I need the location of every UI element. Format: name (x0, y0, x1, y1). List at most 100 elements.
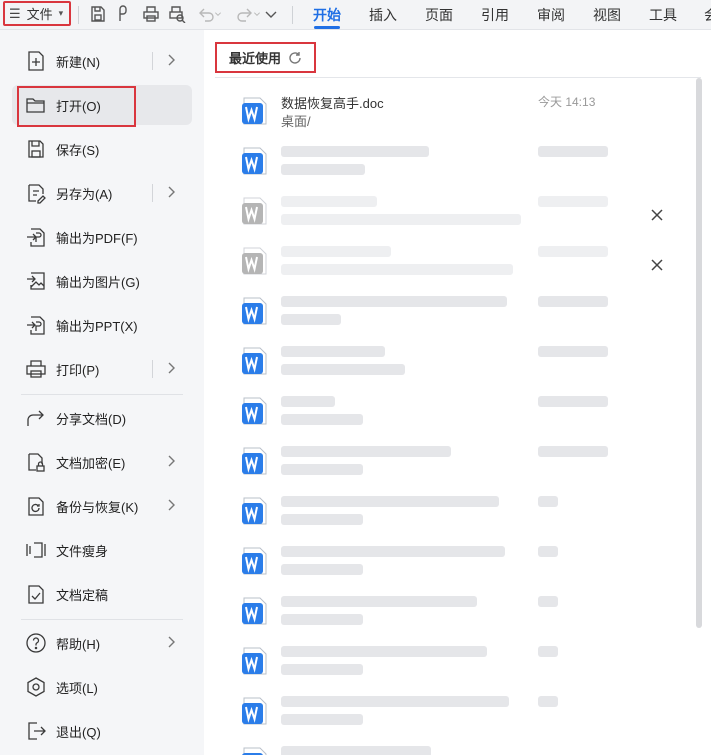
blurred-file-time (538, 346, 608, 357)
menu-item-label: 输出为PDF(F) (56, 230, 138, 246)
menu-item-label: 文档定稿 (56, 587, 109, 603)
tab-view[interactable]: 视图 (593, 4, 621, 26)
menu-item-label: 帮助(H) (56, 636, 101, 652)
blurred-file-time (538, 396, 608, 407)
recent-file-row[interactable] (240, 693, 680, 743)
file-time: 今天 14:13 (538, 95, 596, 109)
file-path: 桌面/ (281, 114, 311, 129)
toolbar-divider (78, 6, 79, 24)
recent-file-row[interactable] (240, 293, 680, 343)
blurred-file-time (538, 696, 558, 707)
menu-item-slim-file[interactable]: 文件瘦身 (12, 530, 192, 570)
tab-review[interactable]: 审阅 (537, 4, 565, 26)
blurred-file-name (281, 396, 335, 407)
undo-dropdown-icon[interactable] (212, 4, 224, 24)
close-icon[interactable] (650, 258, 666, 274)
recent-section-header: 最近使用 (215, 42, 316, 73)
print-icon (25, 358, 47, 380)
recent-file-row[interactable] (240, 243, 680, 293)
tab-insert[interactable]: 插入 (369, 4, 397, 26)
tab-home[interactable]: 开始 (313, 4, 341, 29)
menu-item-finalize[interactable]: 文档定稿 (12, 574, 192, 614)
chevron-right-icon[interactable] (164, 498, 180, 514)
help-icon (25, 632, 47, 654)
menu-item-label: 保存(S) (56, 142, 100, 158)
blurred-file-time (538, 296, 608, 307)
word-doc-icon (242, 647, 267, 675)
blurred-file-name (281, 746, 431, 755)
recent-file-row[interactable] (240, 543, 680, 593)
finalize-icon (25, 583, 47, 605)
blurred-file-name (281, 446, 451, 457)
menu-item-share[interactable]: 分享文档(D) (12, 398, 192, 438)
recent-file-row[interactable] (240, 743, 680, 755)
print-icon[interactable] (141, 4, 161, 24)
chevron-right-icon[interactable] (164, 53, 180, 69)
scrollbar[interactable] (696, 78, 702, 628)
menu-item-backup[interactable]: 备份与恢复(K) (12, 486, 192, 526)
menu-item-divider (152, 52, 153, 70)
more-icon[interactable] (261, 4, 281, 24)
chevron-right-icon[interactable] (164, 454, 180, 470)
menu-item-help[interactable]: 帮助(H) (12, 623, 192, 663)
menu-item-label: 选项(L) (56, 680, 98, 696)
recent-file-row[interactable] (240, 393, 680, 443)
recent-file-row[interactable] (240, 593, 680, 643)
blurred-file-time (538, 446, 608, 457)
menu-item-save-as[interactable]: 另存为(A) (12, 173, 192, 213)
close-icon[interactable] (650, 208, 666, 224)
file-menu-button[interactable]: ☰ 文件 ▾ (3, 1, 71, 26)
menu-item-print[interactable]: 打印(P) (12, 349, 192, 389)
menu-item-export-ppt[interactable]: 输出为PPT(X) (12, 305, 192, 345)
menu-item-exit[interactable]: 退出(Q) (12, 711, 192, 751)
menu-item-label: 新建(N) (56, 54, 101, 70)
word-doc-icon (242, 97, 267, 125)
menu-item-new[interactable]: 新建(N) (12, 41, 192, 81)
blurred-file-path (281, 464, 363, 475)
menu-item-label: 文件瘦身 (56, 543, 109, 559)
tab-tools[interactable]: 工具 (649, 4, 677, 26)
blurred-file-time (538, 596, 558, 607)
word-doc-icon (242, 247, 267, 275)
chevron-right-icon[interactable] (164, 361, 180, 377)
blurred-file-name (281, 346, 385, 357)
chevron-right-icon[interactable] (164, 185, 180, 201)
print-preview-icon[interactable] (167, 4, 187, 24)
word-doc-icon (242, 397, 267, 425)
menu-item-options[interactable]: 选项(L) (12, 667, 192, 707)
file-menu-label: 文件 (26, 7, 53, 22)
tab-member[interactable]: 会 (704, 4, 711, 26)
menu-item-encrypt[interactable]: 文档加密(E) (12, 442, 192, 482)
recent-file-row[interactable] (240, 193, 680, 243)
tab-references[interactable]: 引用 (481, 4, 509, 26)
refresh-icon[interactable] (288, 51, 302, 65)
blurred-file-path (281, 314, 341, 325)
save-icon (25, 138, 47, 160)
blurred-file-path (281, 214, 521, 225)
menu-item-save[interactable]: 保存(S) (12, 129, 192, 169)
word-doc-icon (242, 447, 267, 475)
menu-item-export-pdf[interactable]: 输出为PDF(F) (12, 217, 192, 257)
menu-item-label: 退出(Q) (56, 724, 101, 740)
exit-icon (25, 720, 47, 742)
tab-page[interactable]: 页面 (425, 4, 453, 26)
recent-file-row[interactable] (240, 443, 680, 493)
blurred-file-time (538, 496, 558, 507)
recent-file-row[interactable] (240, 643, 680, 693)
menu-item-divider (152, 184, 153, 202)
recent-file-row[interactable] (240, 493, 680, 543)
blurred-file-path (281, 564, 363, 575)
menu-item-export-image[interactable]: 输出为图片(G) (12, 261, 192, 301)
chevron-right-icon[interactable] (164, 635, 180, 651)
export-image-icon (25, 270, 47, 292)
recent-file-row[interactable] (240, 343, 680, 393)
options-icon (25, 676, 47, 698)
export-icon[interactable] (114, 4, 134, 24)
recent-file-row[interactable]: 数据恢复高手.doc 桌面/ 今天 14:13 (240, 93, 680, 143)
menu-item-label: 另存为(A) (56, 186, 113, 202)
save-icon[interactable] (88, 4, 108, 24)
recent-file-row[interactable] (240, 143, 680, 193)
blurred-file-name (281, 696, 509, 707)
blurred-file-path (281, 514, 363, 525)
menu-divider (21, 619, 183, 620)
